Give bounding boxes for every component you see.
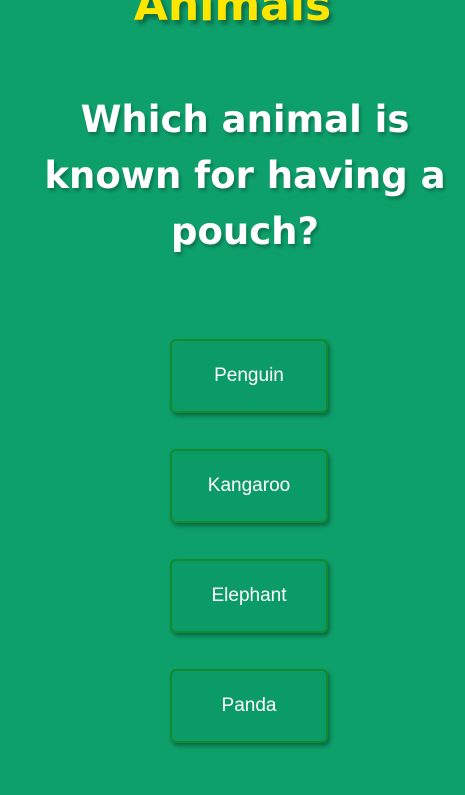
answer-button-panda[interactable]: Panda: [170, 669, 328, 743]
answer-button-elephant[interactable]: Elephant: [170, 559, 328, 633]
category-title: Animals: [133, 0, 332, 31]
quiz-page: Animals Which animal is known for having…: [0, 0, 465, 795]
answer-list: Penguin Kangaroo Elephant Panda: [170, 339, 330, 779]
answer-button-kangaroo[interactable]: Kangaroo: [170, 449, 328, 523]
question-text: Which animal is known for having a pouch…: [44, 98, 446, 253]
answer-button-penguin[interactable]: Penguin: [170, 339, 328, 413]
